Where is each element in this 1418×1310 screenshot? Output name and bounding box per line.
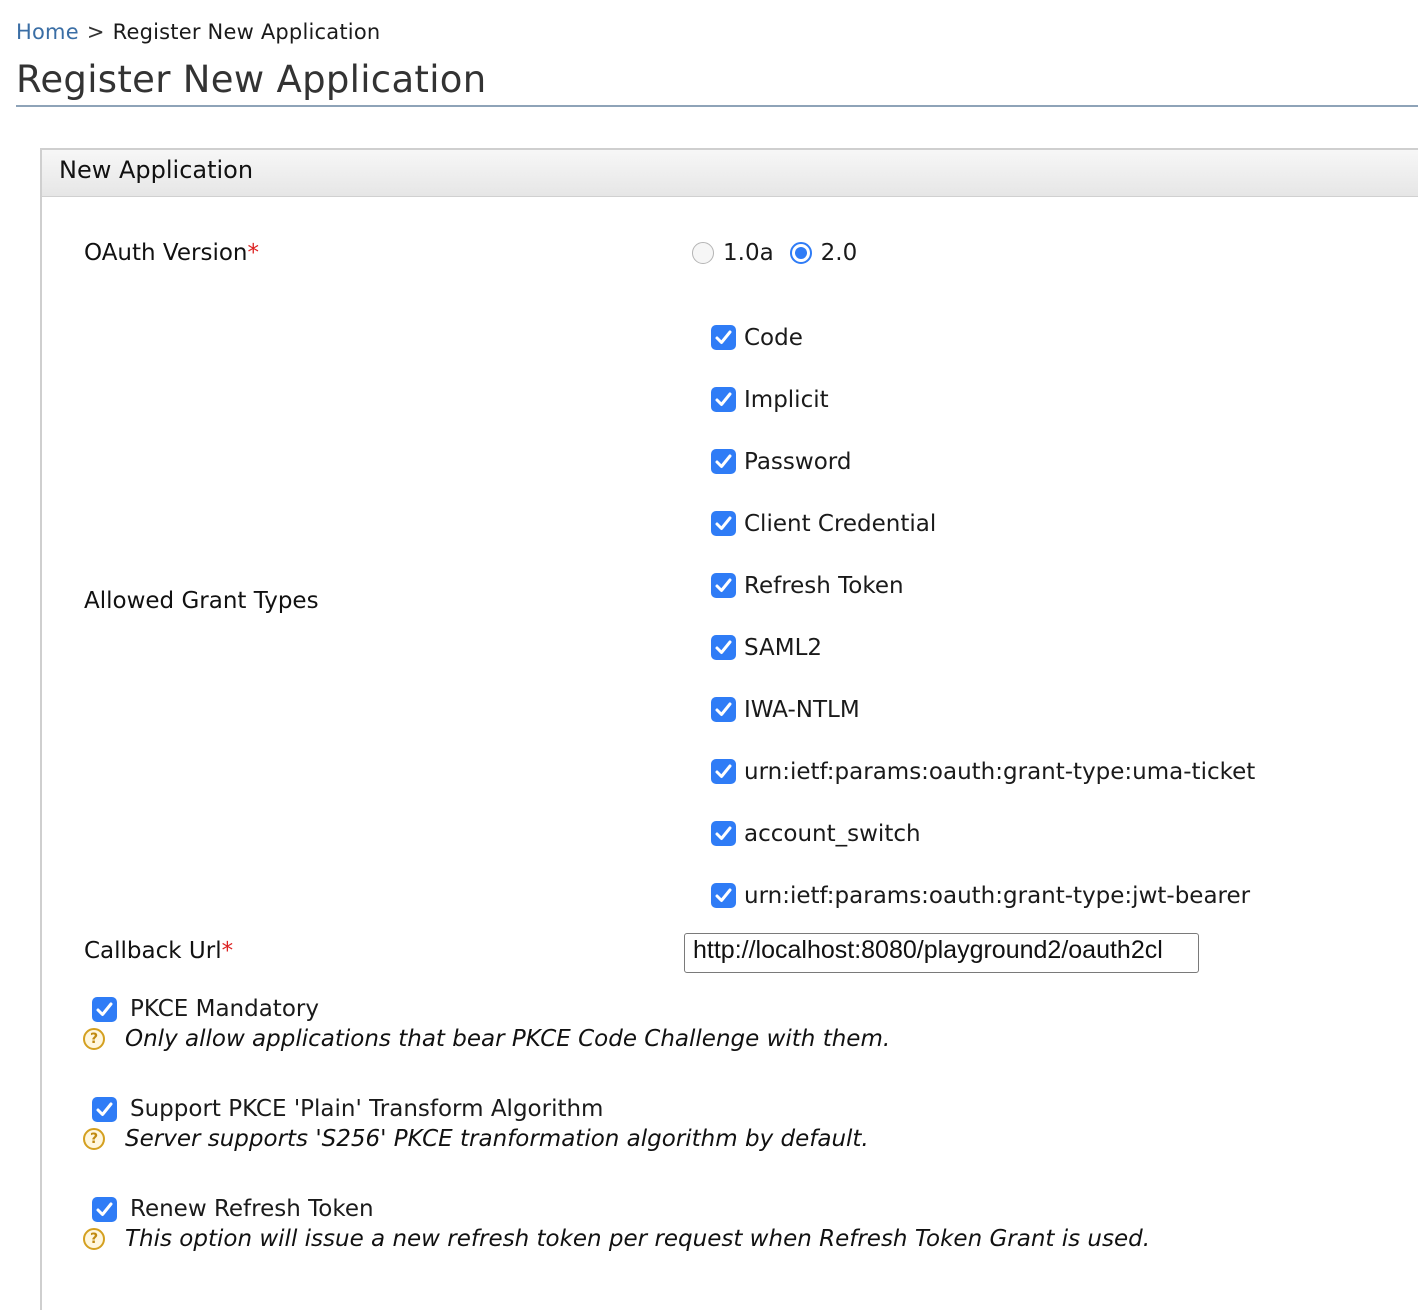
grant-type-label: Refresh Token: [744, 573, 904, 599]
checkmark-icon: [96, 1102, 113, 1116]
required-mark: *: [247, 240, 260, 266]
pkce-mandatory-checkbox[interactable]: [92, 996, 117, 1022]
checkmark-icon: [715, 454, 732, 468]
grant-type-item[interactable]: urn:ietf:params:oauth:grant-type:uma-tic…: [711, 744, 1255, 806]
checkmark-icon: [715, 640, 732, 654]
checkmark-icon: [96, 1202, 113, 1216]
question-circle-icon: ?: [83, 1228, 105, 1250]
grant-type-checkbox[interactable]: [711, 820, 736, 846]
grant-type-checkbox[interactable]: [711, 324, 736, 350]
checkmark-icon: [715, 826, 732, 840]
grant-type-item[interactable]: urn:ietf:params:oauth:grant-type:jwt-bea…: [711, 868, 1255, 930]
required-mark: *: [221, 938, 234, 964]
grant-type-label: Implicit: [744, 387, 829, 413]
grant-type-item[interactable]: Code: [711, 310, 1255, 372]
checkmark-icon: [715, 702, 732, 716]
page-title: Register New Application: [16, 58, 487, 101]
callback-url-label-text: Callback Url: [84, 938, 222, 964]
checkmark-icon: [715, 578, 732, 592]
panel-header: New Application: [42, 150, 1418, 197]
grant-type-item[interactable]: Implicit: [711, 372, 1255, 434]
grant-type-item[interactable]: account_switch: [711, 806, 1255, 868]
question-circle-icon: ?: [83, 1128, 105, 1150]
grant-type-checkbox[interactable]: [711, 634, 736, 660]
grant-type-label: Code: [744, 325, 803, 351]
radio-2-0[interactable]: [789, 242, 812, 264]
question-circle-icon: ?: [83, 1028, 105, 1050]
pkce-mandatory-label: PKCE Mandatory: [130, 996, 319, 1022]
grant-type-label: account_switch: [744, 821, 921, 847]
grant-type-checkbox[interactable]: [711, 696, 736, 722]
grant-type-label: Password: [744, 449, 852, 475]
pkce-mandatory-help: Only allow applications that bear PKCE C…: [125, 1026, 891, 1052]
grant-type-checkbox[interactable]: [711, 448, 736, 474]
radio-1-0a[interactable]: [692, 242, 714, 264]
grant-type-label: SAML2: [744, 635, 823, 661]
grant-type-label: IWA-NTLM: [744, 697, 860, 723]
oauth-version-option-2-0[interactable]: 2.0: [789, 240, 858, 266]
radio-1-0a-label: 1.0a: [723, 240, 774, 266]
checkmark-icon: [715, 516, 732, 530]
grant-type-item[interactable]: Client Credential: [711, 496, 1255, 558]
grant-type-label: urn:ietf:params:oauth:grant-type:jwt-bea…: [744, 883, 1251, 909]
pkce-mandatory-option: PKCE Mandatory ? Only allow applications…: [83, 996, 890, 1052]
checkmark-icon: [96, 1002, 113, 1016]
breadcrumb-home-link[interactable]: Home: [16, 20, 79, 44]
pkce-plain-option: Support PKCE 'Plain' Transform Algorithm…: [83, 1096, 869, 1152]
grant-type-item[interactable]: Password: [711, 434, 1255, 496]
oauth-version-radio-group: 1.0a 2.0: [692, 240, 873, 266]
grant-types-list: Code Implicit Password Client Credential Ref…: [711, 310, 1255, 930]
pkce-plain-help: Server supports 'S256' PKCE tranformatio…: [125, 1126, 869, 1152]
breadcrumb: Home > Register New Application: [16, 20, 380, 44]
renew-refresh-token-option: Renew Refresh Token ? This option will i…: [83, 1196, 1150, 1252]
renew-refresh-token-label: Renew Refresh Token: [130, 1196, 374, 1222]
panel-title: New Application: [59, 156, 254, 184]
checkmark-icon: [715, 330, 732, 344]
checkmark-icon: [715, 392, 732, 406]
grant-type-checkbox[interactable]: [711, 882, 736, 908]
breadcrumb-separator: >: [86, 20, 105, 44]
checkmark-icon: [715, 764, 732, 778]
grant-type-item[interactable]: IWA-NTLM: [711, 682, 1255, 744]
pkce-plain-checkbox[interactable]: [92, 1096, 117, 1122]
breadcrumb-current: Register New Application: [112, 20, 381, 44]
oauth-version-label: OAuth Version*: [84, 240, 259, 266]
callback-url-label: Callback Url*: [84, 938, 233, 964]
grant-type-checkbox[interactable]: [711, 758, 736, 784]
renew-refresh-token-checkbox[interactable]: [92, 1196, 117, 1222]
grant-type-label: urn:ietf:params:oauth:grant-type:uma-tic…: [744, 759, 1256, 785]
grant-type-checkbox[interactable]: [711, 386, 736, 412]
grant-type-item[interactable]: Refresh Token: [711, 558, 1255, 620]
title-divider: [16, 105, 1418, 107]
oauth-version-option-1-0a[interactable]: 1.0a: [692, 240, 774, 266]
checkmark-icon: [715, 888, 732, 902]
oauth-version-label-text: OAuth Version: [84, 240, 248, 266]
callback-url-input[interactable]: http://localhost:8080/playground2/oauth2…: [684, 933, 1199, 973]
grant-type-checkbox[interactable]: [711, 572, 736, 598]
renew-refresh-token-help: This option will issue a new refresh tok…: [125, 1226, 1151, 1252]
grant-type-checkbox[interactable]: [711, 510, 736, 536]
grant-type-label: Client Credential: [744, 511, 937, 537]
grant-type-item[interactable]: SAML2: [711, 620, 1255, 682]
radio-2-0-label: 2.0: [820, 240, 858, 266]
pkce-plain-label: Support PKCE 'Plain' Transform Algorithm: [130, 1096, 604, 1122]
grant-types-label: Allowed Grant Types: [84, 588, 319, 614]
